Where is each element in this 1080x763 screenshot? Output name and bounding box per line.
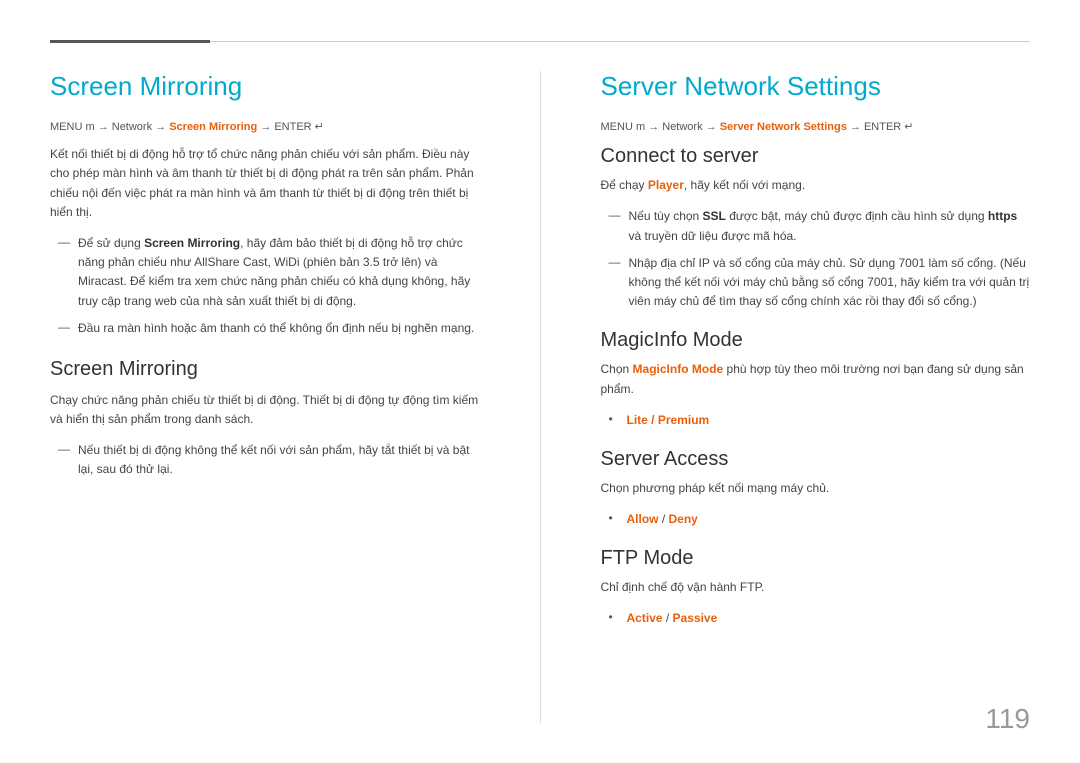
content-columns: Screen Mirroring MENU m → Network → Scre… bbox=[50, 71, 1030, 723]
left-note-2: — Đầu ra màn hình hoặc âm thanh có thể k… bbox=[50, 319, 480, 338]
server-access-body: Chọn phương pháp kết nối mạng máy chủ. bbox=[601, 479, 1031, 498]
bullet-dot-3: • bbox=[609, 610, 623, 624]
ftp-mode-body: Chỉ định chế độ vận hành FTP. bbox=[601, 578, 1031, 597]
server-access-option: Allow / Deny bbox=[627, 510, 698, 529]
menu-nav-normal2: → ENTER ↵ bbox=[257, 121, 324, 133]
magicinfo-mode-title: MagicInfo Mode bbox=[601, 329, 1031, 352]
server-access-bullet-1: • Allow / Deny bbox=[601, 510, 1031, 529]
right-menu-label: MENU bbox=[601, 121, 636, 133]
right-section-title: Server Network Settings bbox=[601, 71, 1031, 102]
ftp-mode-section: FTP Mode Chỉ định chế độ vận hành FTP. •… bbox=[601, 547, 1031, 628]
note-dash-2: — bbox=[58, 320, 74, 334]
connect-note-text-2: Nhập địa chỉ IP và số cổng của máy chủ. … bbox=[629, 254, 1031, 312]
https-bold: https bbox=[988, 209, 1017, 223]
server-access-section: Server Access Chọn phương pháp kết nối m… bbox=[601, 448, 1031, 529]
ftp-mode-title: FTP Mode bbox=[601, 547, 1031, 570]
left-intro-text: Kết nối thiết bị di động hỗ trợ tổ chức … bbox=[50, 145, 480, 222]
ssl-bold: SSL bbox=[703, 209, 726, 223]
top-decorative-lines bbox=[50, 40, 1030, 43]
right-menu-path: MENU m → Network → Server Network Settin… bbox=[601, 120, 1031, 133]
player-link: Player bbox=[648, 178, 684, 192]
bullet-dot-1: • bbox=[609, 412, 623, 426]
connect-note-dash-1: — bbox=[609, 208, 625, 222]
top-line-light bbox=[210, 41, 1030, 42]
right-column: Server Network Settings MENU m → Network… bbox=[601, 71, 1031, 723]
note-dash-3: — bbox=[58, 442, 74, 456]
ftp-mode-bullet-1: • Active / Passive bbox=[601, 609, 1031, 628]
page-number: 119 bbox=[985, 703, 1030, 735]
connect-to-server-section: Connect to server Để chạy Player, hãy kế… bbox=[601, 145, 1031, 311]
connect-to-server-title: Connect to server bbox=[601, 145, 1031, 168]
connect-note-1: — Nếu tùy chọn SSL được bật, máy chủ đượ… bbox=[601, 207, 1031, 245]
bullet-dot-2: • bbox=[609, 511, 623, 525]
passive-link: Passive bbox=[673, 611, 718, 625]
right-menu-nav-normal1: → Network → bbox=[648, 121, 720, 133]
menu-icon: m bbox=[85, 121, 97, 133]
note-text-2: Đầu ra màn hình hoặc âm thanh có thể khô… bbox=[78, 319, 474, 338]
ftp-mode-option: Active / Passive bbox=[627, 609, 718, 628]
note-dash-1: — bbox=[58, 235, 74, 249]
magicinfo-link: MagicInfo Mode bbox=[633, 362, 724, 376]
note-text-3: Nếu thiết bị di động không thể kết nối v… bbox=[78, 441, 480, 479]
magicinfo-mode-body: Chọn MagicInfo Mode phù hợp tùy theo môi… bbox=[601, 360, 1031, 398]
left-column: Screen Mirroring MENU m → Network → Scre… bbox=[50, 71, 480, 723]
magicinfo-option-lite-premium: Lite / Premium bbox=[627, 411, 710, 430]
magicinfo-bullet-1: • Lite / Premium bbox=[601, 411, 1031, 430]
magicinfo-mode-section: MagicInfo Mode Chọn MagicInfo Mode phù h… bbox=[601, 329, 1031, 430]
column-divider bbox=[540, 71, 541, 723]
left-note-1: — Để sử dụng Screen Mirroring, hãy đảm b… bbox=[50, 234, 480, 311]
left-subsection-title: Screen Mirroring bbox=[50, 358, 480, 381]
allow-link: Allow bbox=[627, 512, 659, 526]
menu-nav-highlight: Screen Mirroring bbox=[169, 121, 257, 133]
right-menu-icon: m bbox=[636, 121, 648, 133]
connect-to-server-body: Để chạy Player, hãy kết nối với mạng. bbox=[601, 176, 1031, 195]
menu-nav-normal1: → Network → bbox=[98, 121, 170, 133]
right-menu-nav-normal2: → ENTER ↵ bbox=[847, 121, 914, 133]
connect-note-text-1: Nếu tùy chọn SSL được bật, máy chủ được … bbox=[629, 207, 1031, 245]
menu-label: MENU bbox=[50, 121, 85, 133]
left-subsection-note-1: — Nếu thiết bị di động không thể kết nối… bbox=[50, 441, 480, 479]
page-container: Screen Mirroring MENU m → Network → Scre… bbox=[0, 0, 1080, 763]
active-link: Active bbox=[627, 611, 663, 625]
left-subsection-body: Chạy chức năng phản chiếu từ thiết bị di… bbox=[50, 391, 480, 429]
top-line-dark bbox=[50, 40, 210, 43]
right-menu-nav-highlight: Server Network Settings bbox=[720, 121, 847, 133]
deny-link: Deny bbox=[669, 512, 698, 526]
left-menu-path: MENU m → Network → Screen Mirroring → EN… bbox=[50, 120, 480, 133]
server-access-title: Server Access bbox=[601, 448, 1031, 471]
left-section-title: Screen Mirroring bbox=[50, 71, 480, 102]
connect-note-2: — Nhập địa chỉ IP và số cổng của máy chủ… bbox=[601, 254, 1031, 312]
note-text-1: Để sử dụng Screen Mirroring, hãy đảm bảo… bbox=[78, 234, 480, 311]
bold-screen-mirroring: Screen Mirroring bbox=[144, 236, 240, 250]
connect-note-dash-2: — bbox=[609, 255, 625, 269]
